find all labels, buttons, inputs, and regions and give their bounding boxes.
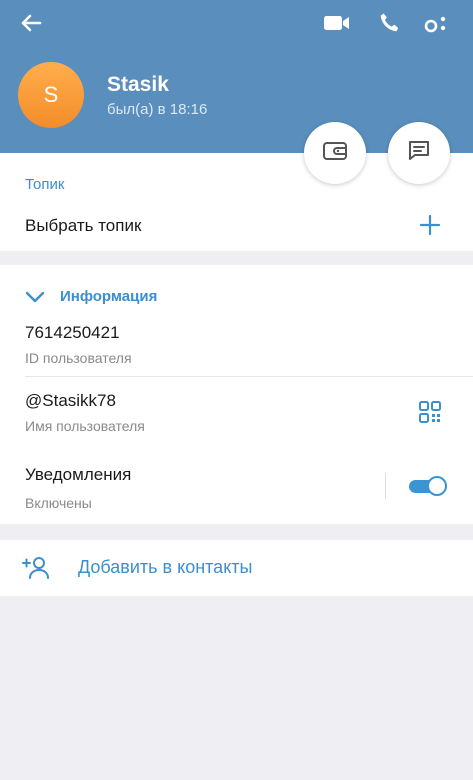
- user-id-label: ID пользователя: [25, 350, 132, 366]
- avatar-letter: S: [43, 82, 59, 107]
- phone-icon[interactable]: [378, 11, 402, 35]
- add-user-icon: [22, 555, 50, 581]
- message-icon: [406, 138, 432, 169]
- divider: [25, 376, 473, 377]
- notifications-state: Включены: [25, 495, 92, 511]
- toggle-knob: [427, 476, 447, 496]
- chevron-down-icon[interactable]: [25, 290, 45, 304]
- add-contact-card[interactable]: Добавить в контакты: [0, 540, 473, 596]
- wallet-button[interactable]: [304, 122, 366, 184]
- wallet-icon: [322, 140, 348, 167]
- qr-code-icon[interactable]: [418, 400, 442, 424]
- plus-icon[interactable]: [418, 213, 442, 237]
- video-call-icon[interactable]: [323, 11, 351, 35]
- profile-name: Stasik: [107, 73, 169, 96]
- more-icon[interactable]: [424, 12, 448, 36]
- notifications-toggle[interactable]: [409, 476, 447, 496]
- avatar[interactable]: S: [18, 62, 84, 128]
- username-value[interactable]: @Stasikk78: [25, 391, 116, 411]
- notifications-label[interactable]: Уведомления: [25, 465, 131, 485]
- username-label: Имя пользователя: [25, 418, 145, 434]
- message-button[interactable]: [388, 122, 450, 184]
- last-seen-status: был(а) в 18:16: [107, 101, 208, 118]
- topic-section-title: Топик: [25, 176, 65, 193]
- add-to-contacts-button[interactable]: Добавить в контакты: [78, 557, 252, 578]
- vertical-divider: [385, 473, 386, 499]
- choose-topic-label[interactable]: Выбрать топик: [25, 216, 141, 236]
- back-arrow-icon[interactable]: [18, 10, 44, 36]
- info-card: Информация 7614250421 ID пользователя @S…: [0, 265, 473, 524]
- info-section-title[interactable]: Информация: [60, 288, 157, 305]
- user-id-value[interactable]: 7614250421: [25, 323, 120, 343]
